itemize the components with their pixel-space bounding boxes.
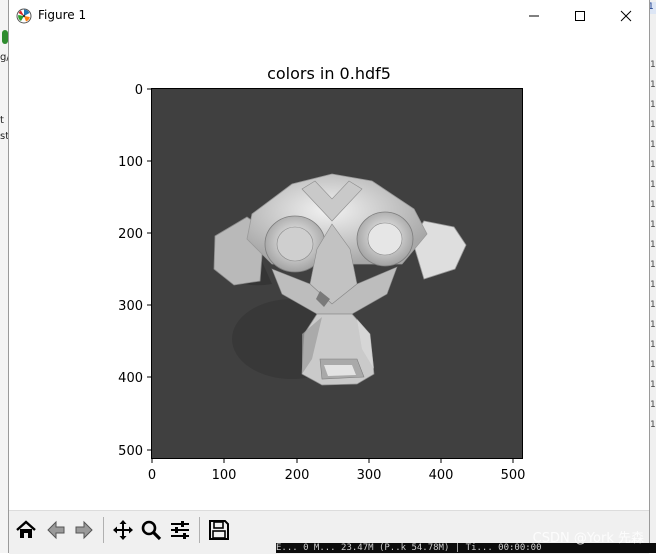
background-text: 1: [650, 380, 656, 390]
forward-arrow-icon: [75, 520, 93, 540]
home-icon: [16, 520, 36, 538]
toolbar-separator: [103, 517, 104, 543]
magnifier-icon: [141, 520, 162, 541]
maximize-icon: [575, 11, 585, 21]
background-left-edge: g/ t st: [0, 0, 10, 553]
close-icon: [620, 10, 632, 22]
y-tick-label: 200: [118, 227, 143, 242]
close-button[interactable]: [603, 0, 649, 31]
background-text: 1: [650, 240, 656, 250]
rendered-image[interactable]: [152, 89, 522, 458]
x-tick-label: 300: [357, 468, 382, 483]
background-text: 1: [650, 340, 656, 350]
title-bar[interactable]: Figure 1: [9, 0, 649, 31]
back-arrow-icon: [47, 520, 65, 540]
back-button[interactable]: [42, 516, 70, 544]
background-text: 1: [650, 300, 656, 310]
background-text: 1: [650, 100, 656, 110]
x-tick-label: 500: [501, 468, 526, 483]
maximize-button[interactable]: [557, 0, 603, 31]
background-text: 1: [650, 120, 656, 130]
background-text: 1: [650, 200, 656, 210]
zoom-button[interactable]: [137, 516, 165, 544]
x-tick-label: 400: [429, 468, 454, 483]
background-text: 1: [650, 60, 656, 70]
pan-button[interactable]: [109, 516, 137, 544]
background-text: 1: [650, 420, 656, 430]
background-text: 1: [650, 280, 656, 290]
y-tick-label: 300: [118, 299, 143, 314]
x-tick-label: 0: [148, 468, 156, 483]
minimize-icon: [529, 15, 539, 17]
sliders-icon: [171, 521, 189, 539]
background-text: 1: [650, 360, 656, 370]
figure-window: Figure 1 colors in 0.hdf5 0 100 200 300 …: [8, 0, 650, 554]
y-tick-label: 500: [118, 444, 143, 459]
background-text: t: [0, 115, 4, 126]
monkey-head-render: [213, 173, 467, 386]
background-text: 1: [650, 320, 656, 330]
save-button[interactable]: [205, 516, 233, 544]
background-text: 1: [650, 140, 656, 150]
toolbar-separator: [199, 517, 200, 543]
x-tick-label: 200: [285, 468, 310, 483]
background-text: 1: [650, 400, 656, 410]
forward-button[interactable]: [70, 516, 98, 544]
configure-subplots-button[interactable]: [166, 516, 194, 544]
background-text: 1: [650, 220, 656, 230]
move-arrows-icon: [113, 520, 133, 540]
y-axis: 0 100 200 300 400 500: [118, 83, 151, 459]
y-tick-label: 100: [118, 155, 143, 170]
x-axis: 0 100 200 300 400 500: [148, 459, 526, 483]
background-text: 1: [650, 80, 656, 90]
y-tick-label: 0: [135, 83, 143, 98]
background-text: 1: [650, 160, 656, 170]
plot-title: colors in 0.hdf5: [267, 64, 391, 83]
watermark: CSDN @York 先森: [532, 531, 644, 546]
matplotlib-logo-icon: [16, 8, 32, 24]
x-tick-label: 100: [212, 468, 237, 483]
background-text: 1: [650, 260, 656, 270]
home-button[interactable]: [12, 516, 40, 544]
background-text: 1: [650, 180, 656, 190]
floppy-disk-icon: [209, 520, 229, 540]
y-tick-label: 400: [118, 371, 143, 386]
window-title: Figure 1: [38, 8, 87, 22]
minimize-button[interactable]: [511, 0, 557, 31]
